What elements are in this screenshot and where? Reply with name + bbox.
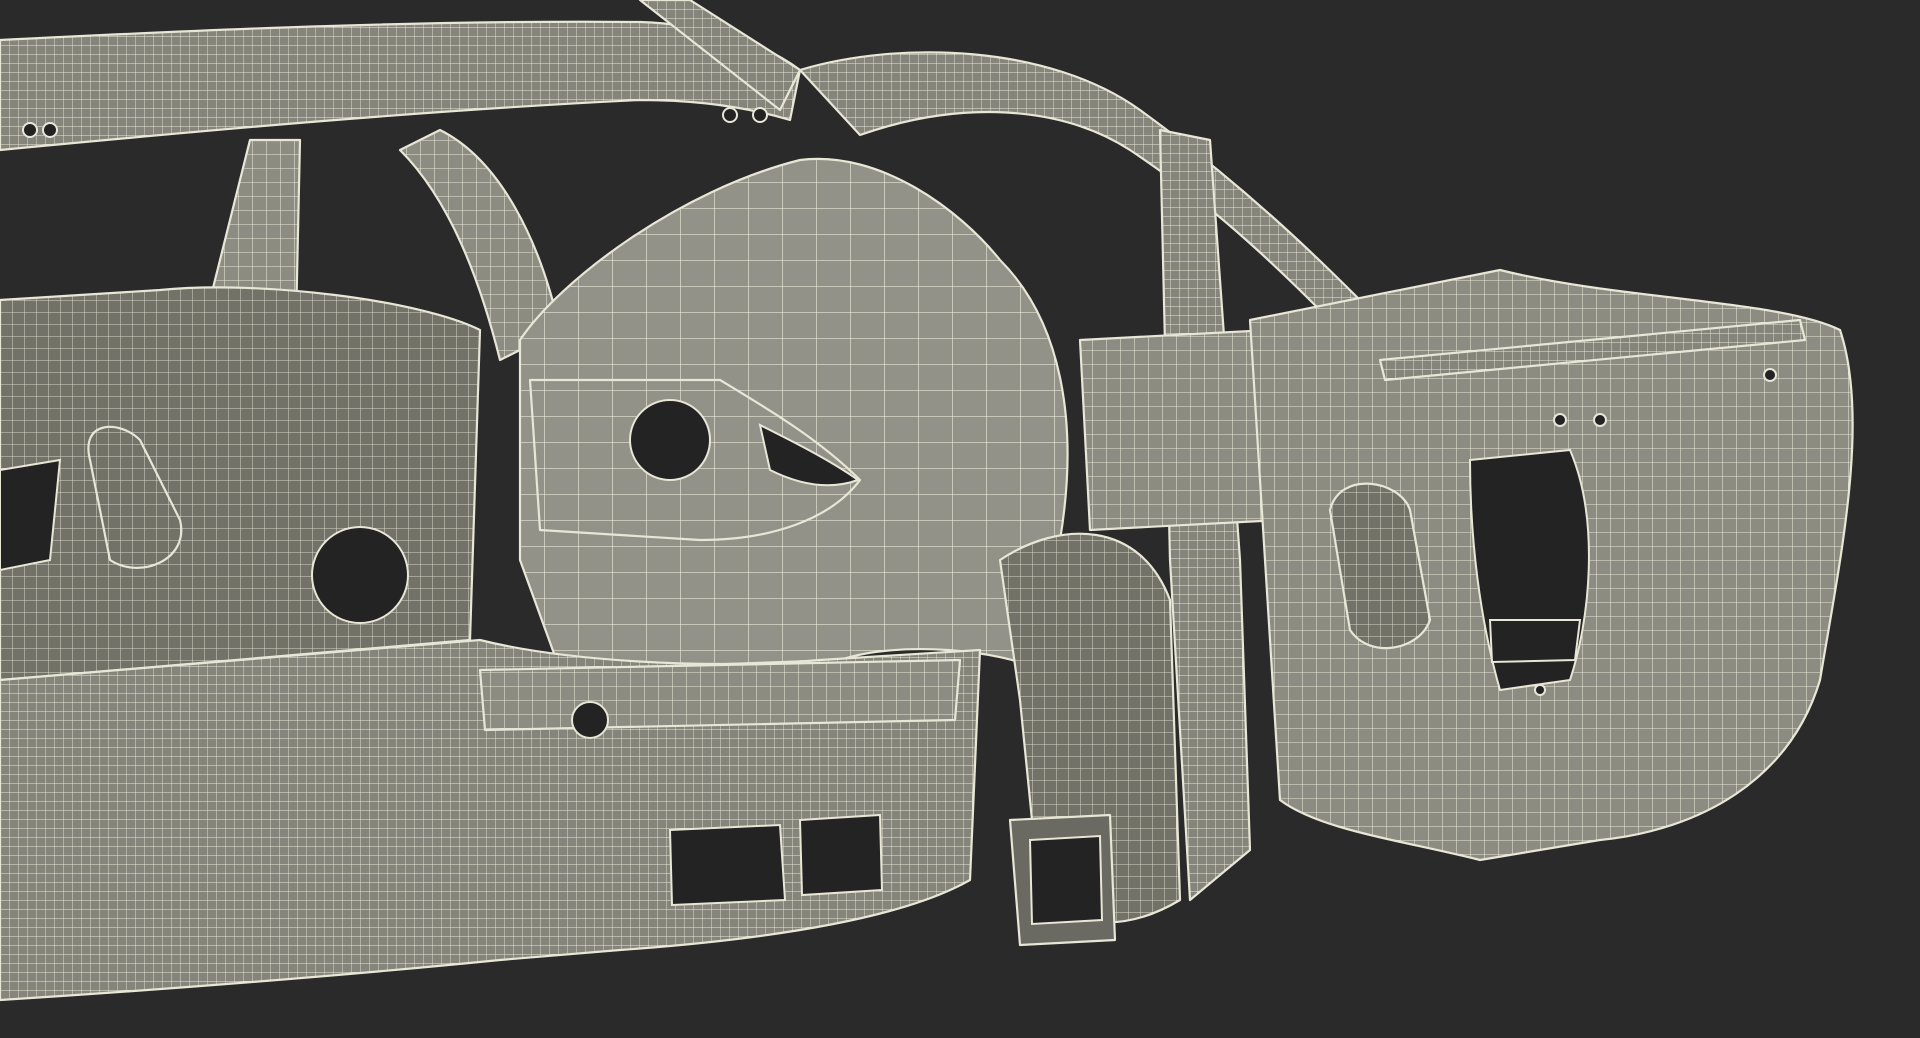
tow-hole: [571, 701, 609, 739]
lower-vent-right: [798, 813, 884, 897]
rear-lower-body: [0, 638, 982, 1002]
roof-rail: [0, 0, 802, 152]
rear-door: [1248, 268, 1854, 862]
render-viewport: [0, 0, 1920, 1038]
interior-panel: [0, 286, 482, 682]
lower-vent-left: [668, 823, 787, 907]
rear-quarter-panel: [518, 157, 1069, 672]
wheel-arch-liner: [998, 532, 1182, 947]
car-body-wireframe-render: [0, 0, 1854, 1002]
lamp-socket-hole: [629, 399, 711, 481]
access-hole: [311, 526, 409, 624]
